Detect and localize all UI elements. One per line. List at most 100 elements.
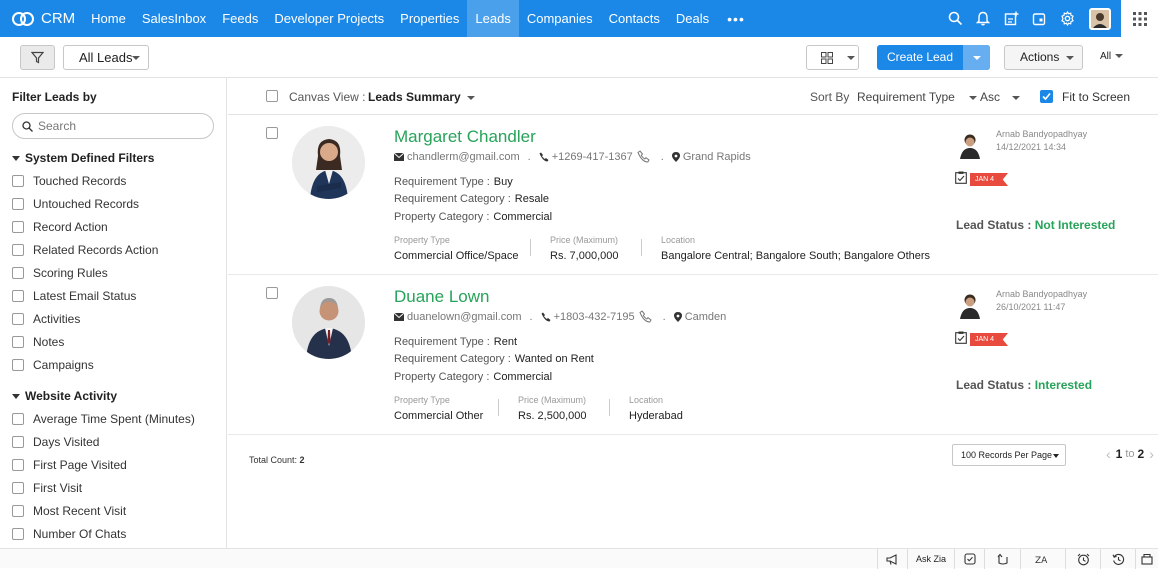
website-activity-section[interactable]: Website Activity [12, 389, 117, 403]
chevron-down-icon [132, 56, 140, 60]
actions-button[interactable]: Actions [1004, 45, 1083, 70]
filter-item[interactable]: Touched Records [12, 174, 126, 188]
filter-checkbox[interactable] [12, 313, 24, 325]
due-date-tag[interactable]: JAN 4 [970, 333, 1009, 346]
record-scope-dropdown[interactable]: All [1100, 51, 1124, 62]
filter-item[interactable]: Activities [12, 312, 80, 326]
filter-item[interactable]: Average Time Spent (Minutes) [12, 412, 195, 426]
filter-checkbox[interactable] [12, 244, 24, 256]
filter-item[interactable]: Number Of Chats [12, 527, 126, 541]
select-all-checkbox[interactable] [266, 90, 278, 102]
filter-checkbox[interactable] [12, 436, 24, 448]
filter-item[interactable]: Most Recent Visit [12, 504, 126, 518]
gear-icon[interactable] [1053, 0, 1081, 37]
task-clipboard-icon[interactable] [955, 171, 967, 187]
nav-developer-projects[interactable]: Developer Projects [266, 0, 392, 37]
quick-note-icon[interactable] [954, 549, 984, 569]
filter-checkbox[interactable] [12, 459, 24, 471]
collapse-triangle-icon [12, 393, 20, 399]
nav-contacts[interactable]: Contacts [601, 0, 668, 37]
lead-card[interactable]: Margaret Chandler chandlerm@gmail.com . … [228, 115, 1158, 275]
layout-switch-button[interactable] [806, 45, 859, 70]
filter-checkbox[interactable] [12, 290, 24, 302]
user-avatar[interactable] [1089, 7, 1111, 30]
due-date-tag[interactable]: JAN 4 [970, 173, 1009, 186]
filter-item[interactable]: Campaigns [12, 358, 94, 372]
alarm-icon[interactable] [1065, 549, 1100, 569]
nav-feeds[interactable]: Feeds [214, 0, 266, 37]
call-icon[interactable] [639, 310, 652, 323]
records-per-page-label: 100 Records Per Page [961, 450, 1053, 460]
lead-city: Camden [684, 310, 727, 323]
view-selector-dropdown[interactable]: All Leads [63, 45, 149, 70]
fit-to-screen-checkbox[interactable] [1040, 90, 1053, 103]
filter-checkbox[interactable] [12, 221, 24, 233]
filter-item[interactable]: Latest Email Status [12, 289, 136, 303]
bell-icon[interactable] [969, 0, 997, 37]
nav-home[interactable]: Home [83, 0, 134, 37]
filter-item[interactable]: Related Records Action [12, 243, 158, 257]
canvas-view-dropdown[interactable]: Leads Summary [368, 90, 475, 104]
search-icon[interactable] [941, 0, 969, 37]
prev-page-icon[interactable]: ‹ [1106, 446, 1111, 462]
recent-items-icon[interactable] [984, 549, 1020, 569]
lead-status-value: Interested [1034, 378, 1093, 392]
system-filters-section[interactable]: System Defined Filters [12, 151, 154, 165]
page-to: 2 [1137, 447, 1145, 461]
filter-toggle-button[interactable] [20, 45, 55, 70]
filter-item[interactable]: Record Action [12, 220, 108, 234]
create-lead-button[interactable]: Create Lead [877, 45, 990, 70]
nav-salesinbox[interactable]: SalesInbox [134, 0, 214, 37]
filter-item[interactable]: First Page Visited [12, 458, 127, 472]
filter-checkbox[interactable] [12, 528, 24, 540]
filter-checkbox[interactable] [12, 505, 24, 517]
bottom-bar-more-icon[interactable] [1135, 549, 1158, 569]
filter-item[interactable]: First Visit [12, 481, 82, 495]
sidebar-search-input[interactable] [38, 119, 198, 133]
translate-icon[interactable]: ZA [1020, 549, 1065, 569]
lead-name-link[interactable]: Margaret Chandler [394, 127, 536, 147]
filter-checkbox[interactable] [12, 198, 24, 210]
task-clipboard-icon[interactable] [955, 331, 967, 347]
lead-card[interactable]: Duane Lown duanelown@gmail.com . +1803-4… [228, 275, 1158, 435]
announcement-icon[interactable] [877, 549, 907, 569]
create-lead-options-button[interactable] [963, 45, 990, 70]
call-icon[interactable] [637, 150, 650, 163]
lead-phone[interactable]: +1269-417-1367 [552, 151, 633, 163]
lead-name-link[interactable]: Duane Lown [394, 287, 489, 307]
calendar-icon[interactable] [1025, 0, 1053, 37]
filter-checkbox[interactable] [12, 359, 24, 371]
sort-direction-dropdown[interactable]: Asc [980, 90, 1021, 104]
nav-deals[interactable]: Deals [668, 0, 717, 37]
lead-email[interactable]: duanelown@gmail.com [407, 311, 522, 323]
filter-label: Untouched Records [33, 197, 140, 211]
nav-leads[interactable]: Leads [467, 0, 519, 37]
lead-select-checkbox[interactable] [266, 127, 278, 139]
history-icon[interactable] [1100, 549, 1135, 569]
records-per-page-dropdown[interactable]: 100 Records Per Page [952, 444, 1066, 466]
filter-item[interactable]: Notes [12, 335, 64, 349]
location-pin-icon [673, 311, 682, 322]
apps-grid-icon[interactable] [1121, 0, 1158, 37]
filter-checkbox[interactable] [12, 482, 24, 494]
filter-checkbox[interactable] [12, 267, 24, 279]
filter-item[interactable]: Days Visited [12, 435, 99, 449]
nav-properties[interactable]: Properties [392, 0, 467, 37]
lead-phone[interactable]: +1803-432-7195 [554, 311, 635, 323]
lead-select-checkbox[interactable] [266, 287, 278, 299]
mail-icon [394, 312, 404, 321]
next-page-icon[interactable]: › [1149, 446, 1154, 462]
nav-more-button[interactable]: ••• [717, 11, 755, 27]
nav-companies[interactable]: Companies [519, 0, 601, 37]
sort-field-dropdown[interactable]: Requirement Type [857, 90, 977, 104]
filter-item[interactable]: Scoring Rules [12, 266, 108, 280]
lead-email[interactable]: chandlerm@gmail.com [407, 151, 520, 163]
add-record-icon[interactable] [997, 0, 1025, 37]
lead-owner: Arnab Bandyopadhyay 14/12/2021 14:34 [996, 129, 1088, 152]
filter-item[interactable]: Untouched Records [12, 197, 139, 211]
filter-checkbox[interactable] [12, 336, 24, 348]
crm-logo[interactable]: CRM [11, 10, 75, 27]
filter-checkbox[interactable] [12, 175, 24, 187]
ask-zia-button[interactable]: Ask Zia [907, 549, 954, 569]
filter-checkbox[interactable] [12, 413, 24, 425]
